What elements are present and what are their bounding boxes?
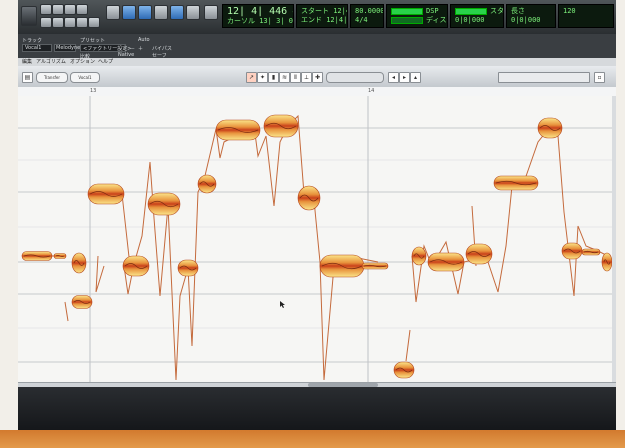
selection-display[interactable]: スタート 12|4|446 エンド 12|4|446	[296, 4, 348, 28]
nav-right-icon[interactable]: ▸	[399, 72, 410, 83]
start-value: 12|4|446	[333, 7, 347, 15]
pencil-tool-button[interactable]	[154, 5, 168, 20]
track-select-value: Vocal1	[25, 45, 42, 51]
zoom-tool-icon[interactable]: ✚	[312, 72, 323, 83]
note-blob-layer[interactable]	[21, 114, 612, 379]
panel-toggle-icon[interactable]: ▫	[594, 72, 605, 83]
zoom-button-4[interactable]	[76, 17, 88, 28]
start-label: スタート	[301, 7, 329, 15]
ruler-mark-13: 13	[90, 88, 97, 94]
length-label: 長さ	[511, 7, 525, 15]
select-tool-button[interactable]	[138, 5, 152, 20]
dsp-meter-bar	[391, 7, 423, 15]
mouse-cursor-icon	[280, 301, 285, 308]
plus-button[interactable]: ＋	[138, 45, 143, 52]
timing-tool-icon[interactable]: Ⅱ	[290, 72, 301, 83]
meter-value: 4/4	[355, 16, 368, 24]
pitch-tool-icon[interactable]: ✦	[257, 72, 268, 83]
vertical-scrollbar[interactable]	[612, 96, 616, 382]
photo-stage: 12| 4| 446 - + - カーソル 13| 3| 074 スタート 12…	[0, 0, 625, 448]
disk-label: ディスク	[426, 16, 447, 24]
punch-meter-bar	[455, 7, 487, 15]
tempo-value: 80.0000	[355, 7, 384, 15]
trim-tool-button[interactable]	[122, 5, 136, 20]
preset-select-value: <ファクトリー設定>	[83, 46, 132, 52]
note-editor-canvas[interactable]	[18, 96, 612, 382]
auto-label: Auto	[138, 37, 150, 43]
formant-tool-icon[interactable]: ▮	[268, 72, 279, 83]
edit-mode-button-4[interactable]	[76, 4, 88, 15]
grid-mode-button[interactable]	[204, 5, 218, 20]
edit-mode-button-1[interactable]	[40, 4, 52, 15]
length-value: 0|0|000	[511, 16, 541, 24]
nav-left-icon[interactable]: ◂	[388, 72, 399, 83]
disk-meter-bar	[391, 16, 423, 24]
track-menu-icon[interactable]: ▤	[22, 72, 33, 83]
cursor-label: カーソル	[227, 17, 255, 25]
edit-mode-button-3[interactable]	[64, 4, 76, 15]
transport-bar: 12| 4| 446 - + - カーソル 13| 3| 074 スタート 12…	[18, 0, 616, 35]
plugin-header-bar: トラック プリセット Auto Vocal1 Melodyne <ファクトリー設…	[18, 34, 616, 60]
note-editor-svg[interactable]	[18, 96, 612, 382]
edit-mode-button-2[interactable]	[52, 4, 64, 15]
amplitude-tool-icon[interactable]: ≋	[279, 72, 290, 83]
split-tool-icon[interactable]: ⟂	[301, 72, 312, 83]
nav-up-icon[interactable]: ▴	[410, 72, 421, 83]
bypass-button[interactable]: バイパス	[152, 45, 172, 52]
zoom-button-3[interactable]	[64, 17, 76, 28]
cursor-value: 13| 3| 074	[259, 17, 293, 25]
melodyne-toolbar: ▤ Transfer Vocal1 ↗ ✦ ▮ ≋ Ⅱ ⟂ ✚ ◂ ▸ ▴ ▫	[18, 66, 616, 88]
insert-select-value: Melodyne	[56, 45, 81, 51]
main-counter-value: 12| 4| 446	[227, 6, 288, 17]
main-counter[interactable]: 12| 4| 446 - + - カーソル 13| 3| 074	[222, 4, 294, 28]
zoom-button-2[interactable]	[52, 17, 64, 28]
zoom-button-1[interactable]	[40, 17, 52, 28]
desk-surface	[0, 430, 625, 448]
minus-button[interactable]: －	[130, 45, 135, 52]
track-select[interactable]: Vocal1	[22, 44, 52, 52]
wall-left	[0, 0, 18, 448]
menu-algorithm[interactable]: アルゴリズム	[36, 58, 66, 66]
dsp-meter-display: DSP ディスク	[386, 4, 448, 28]
punch-display[interactable]: スタート 0|0|000	[450, 4, 504, 28]
menu-edit[interactable]: 編集	[22, 58, 32, 66]
end-label: エンド	[301, 16, 322, 24]
track-select-toolbar[interactable]: Vocal1	[70, 72, 100, 83]
track-label: トラック	[22, 38, 43, 44]
right-panel-field[interactable]	[498, 72, 590, 83]
scrub-tool-button[interactable]	[186, 5, 200, 20]
transfer-button[interactable]: Transfer	[36, 72, 68, 83]
zoom-button-5[interactable]	[88, 17, 100, 28]
pitch-curve-line	[22, 114, 609, 381]
dsp-label: DSP	[426, 7, 439, 15]
monitor-lower-bezel	[18, 387, 616, 430]
preset-select[interactable]: <ファクトリー設定>	[80, 44, 131, 52]
end-value: 12|4|446	[326, 16, 348, 24]
menu-help[interactable]: ヘルプ	[98, 58, 113, 66]
punch-length: 0|0|000	[455, 16, 485, 24]
main-tool-icon[interactable]: ↗	[246, 72, 257, 83]
grab-tool-button[interactable]	[106, 5, 120, 20]
menu-toggle-button[interactable]	[21, 6, 37, 26]
insert-select[interactable]: Melodyne	[54, 44, 80, 52]
length-display[interactable]: 長さ 0|0|000	[506, 4, 556, 28]
bpm-short: 120	[563, 7, 576, 15]
main-counter-sub: - + -	[291, 8, 293, 16]
pitch-curve-layer	[22, 114, 609, 381]
pitch-grid-slider[interactable]	[326, 72, 384, 83]
tempo-display[interactable]: 80.0000 4/4	[350, 4, 384, 28]
menu-options[interactable]: オプション	[70, 58, 95, 66]
punch-label: スタート	[490, 7, 504, 15]
wall-right	[616, 0, 625, 448]
aux-display: 120	[558, 4, 614, 28]
ruler-mark-14: 14	[368, 88, 375, 94]
preset-label: プリセット	[80, 38, 106, 44]
pitch-grid	[18, 96, 612, 382]
smart-tool-button[interactable]	[170, 5, 184, 20]
